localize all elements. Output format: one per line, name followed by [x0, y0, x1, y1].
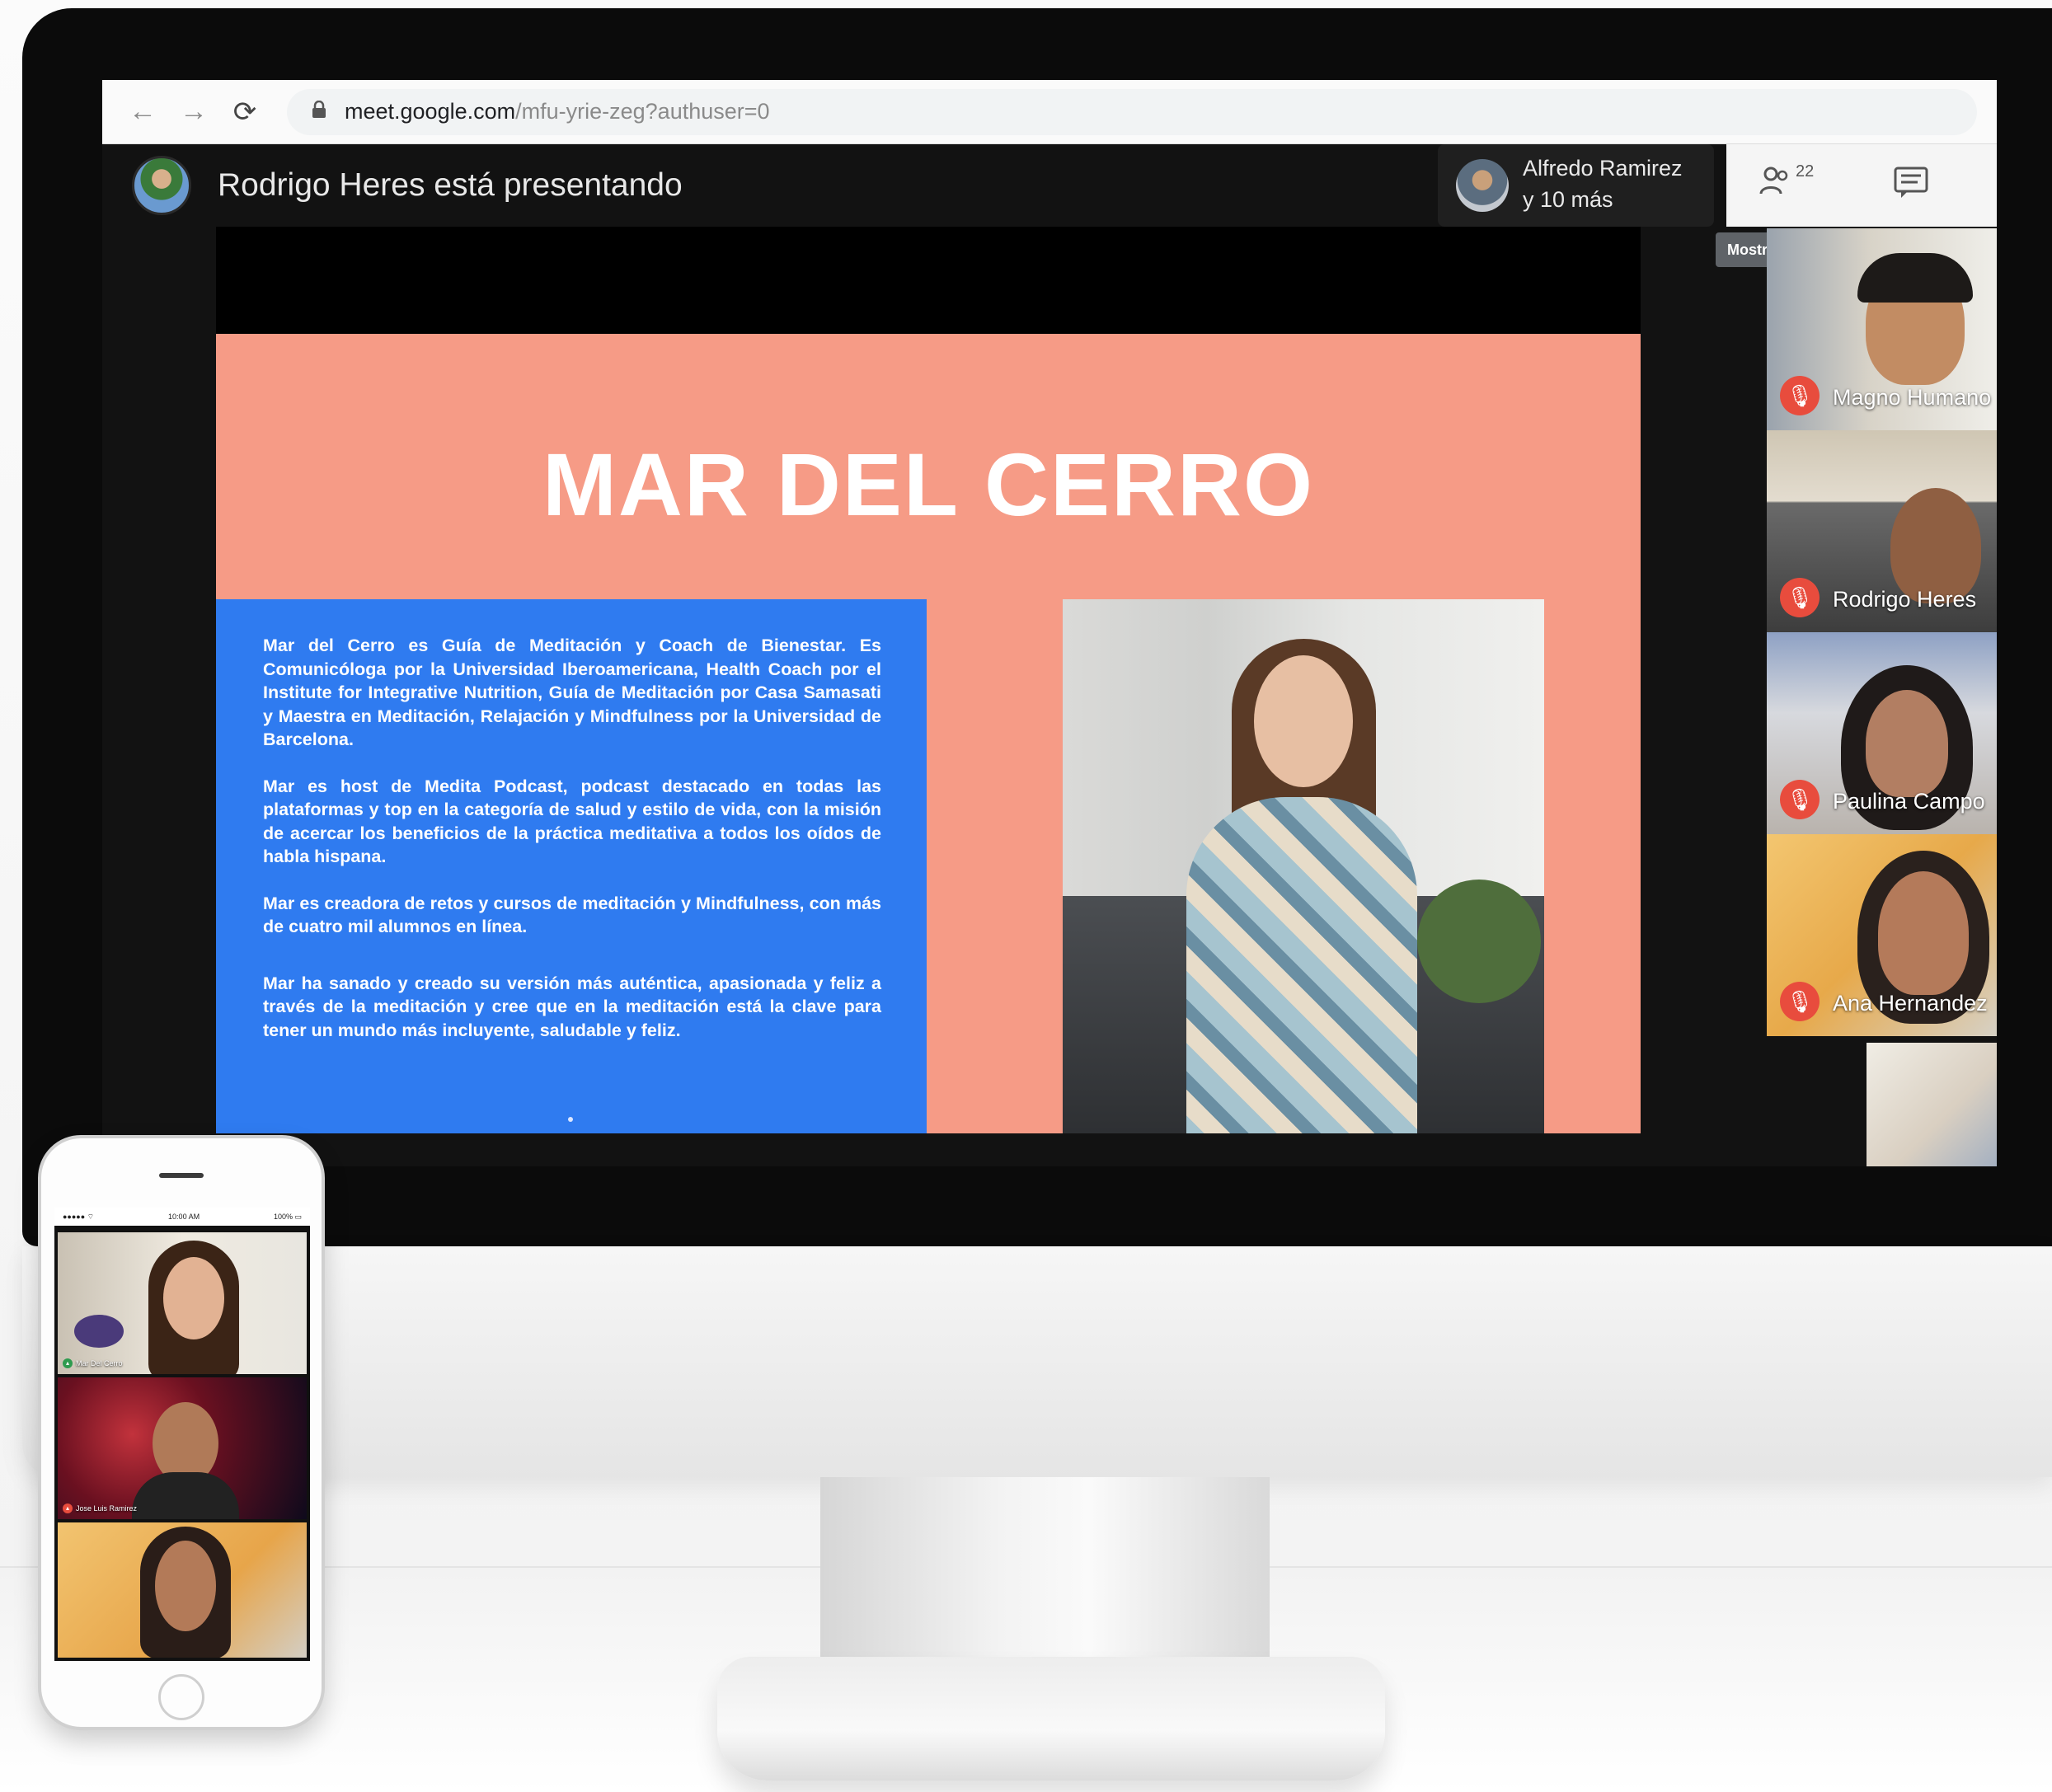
presentation-area: MAR DEL CERRO Mar del Cerro es Guía de M… — [216, 227, 1641, 1133]
chat-button[interactable] — [1834, 144, 1997, 227]
mic-on-icon: ▴ — [63, 1358, 73, 1368]
imac-screen: ← → ⟳ meet.google.com /mfu-yrie-zeg?auth… — [102, 80, 1997, 1166]
bio-paragraph: Mar es host de Medita Podcast, podcast d… — [263, 776, 881, 867]
battery-icon: 100% ▭ — [273, 1212, 302, 1221]
bio-paragraph: Mar es creadora de retos y cursos de med… — [263, 893, 881, 937]
phone-speaker — [159, 1173, 204, 1178]
phone-participant-tile[interactable]: ▴ Mar Del Cerro — [58, 1232, 307, 1374]
phone-participant-tile[interactable]: ▴ Jose Luis Ramirez — [58, 1377, 307, 1519]
reload-icon[interactable]: ⟳ — [219, 96, 270, 129]
photo-dress — [1186, 797, 1417, 1133]
back-arrow-icon[interactable]: ← — [117, 96, 168, 128]
imac-stand-base — [717, 1657, 1385, 1780]
meet-header: Rodrigo Heres está presentando Alfredo R… — [102, 144, 1997, 227]
participant-tile[interactable]: 🎙 Ana Hernandez — [1767, 834, 1997, 1036]
presenter-avatar — [132, 156, 191, 215]
phone-screen: ●●●●● ⌔ 10:00 AM 100% ▭ ▴ Mar Del Cerro … — [54, 1208, 310, 1661]
mic-off-icon: 🎙 — [1780, 578, 1820, 617]
lock-icon — [312, 100, 326, 124]
chip-participant-name: Alfredo Ramirez — [1523, 156, 1683, 181]
photo-plant — [1417, 880, 1541, 1003]
tile-person — [1866, 690, 1948, 797]
iphone: ●●●●● ⌔ 10:00 AM 100% ▭ ▴ Mar Del Cerro … — [38, 1135, 325, 1730]
chat-icon — [1893, 166, 1929, 207]
slide-bio-box: Mar del Cerro es Guía de Meditación y Co… — [216, 599, 927, 1133]
tile-person — [163, 1257, 224, 1339]
avatar — [1456, 159, 1509, 212]
tile-hair — [1857, 253, 1973, 303]
bio-paragraph: Mar del Cerro es Guía de Meditación y Co… — [263, 636, 881, 749]
status-time: 10:00 AM — [168, 1213, 200, 1221]
portrait-photo — [1063, 599, 1544, 1133]
participant-name: Rodrigo Heres — [1833, 587, 1977, 612]
photo-face — [1254, 655, 1353, 787]
mic-off-icon: 🎙 — [1780, 780, 1820, 819]
participant-name: Ana Hernandez — [1833, 991, 1988, 1016]
slide-dot — [568, 1117, 573, 1122]
mic-off-icon: ▴ — [63, 1503, 73, 1513]
presenting-label: Rodrigo Heres está presentando — [218, 167, 683, 203]
participants-chip[interactable]: Alfredo Ramirez y 10 más — [1438, 144, 1714, 227]
address-bar[interactable]: meet.google.com /mfu-yrie-zeg?authuser=0 — [287, 88, 1977, 135]
participant-name: Paulina Campo — [1833, 789, 1985, 814]
people-count: 22 — [1796, 162, 1815, 181]
participant-tile[interactable]: 🎙 Rodrigo Heres — [1767, 430, 1997, 632]
tile-shirt — [132, 1472, 239, 1519]
tile-object — [74, 1315, 124, 1348]
presentation-slide: MAR DEL CERRO Mar del Cerro es Guía de M… — [216, 334, 1641, 1133]
forward-arrow-icon[interactable]: → — [168, 96, 219, 128]
mic-off-icon: 🎙 — [1780, 376, 1820, 415]
slide-title: MAR DEL CERRO — [542, 434, 1315, 534]
tile-person — [1890, 488, 1981, 603]
participant-tile-partial[interactable] — [1867, 1043, 1997, 1166]
tile-person — [1878, 871, 1969, 995]
tile-person — [155, 1541, 216, 1631]
people-icon — [1759, 166, 1792, 204]
home-button[interactable] — [158, 1674, 204, 1720]
url-path: /mfu-yrie-zeg?authuser=0 — [515, 99, 770, 124]
chip-participant-more: y 10 más — [1523, 187, 1613, 212]
participant-tile[interactable]: 🎙 Paulina Campo — [1767, 632, 1997, 834]
bio-paragraph: Mar ha sanado y creado su versión más au… — [263, 973, 881, 1040]
participant-name: Jose Luis Ramirez — [76, 1504, 138, 1513]
phone-participant-tile[interactable] — [58, 1522, 307, 1658]
phone-status-bar: ●●●●● ⌔ 10:00 AM 100% ▭ — [54, 1208, 310, 1226]
url-host: meet.google.com — [345, 99, 516, 124]
participant-name: Magno Humano — [1833, 385, 1992, 410]
imac-stand-neck — [820, 1477, 1270, 1667]
browser-toolbar: ← → ⟳ meet.google.com /mfu-yrie-zeg?auth… — [102, 80, 1997, 144]
signal-icon: ●●●●● ⌔ — [63, 1212, 95, 1221]
participant-name: Mar Del Cerro — [76, 1359, 123, 1367]
imac-chin — [22, 1246, 2052, 1477]
participant-tile[interactable]: 🎙 Magno Humano — [1767, 228, 1997, 430]
mic-off-icon: 🎙 — [1780, 982, 1820, 1021]
show-everyone-button[interactable]: 22 — [1726, 144, 1834, 227]
